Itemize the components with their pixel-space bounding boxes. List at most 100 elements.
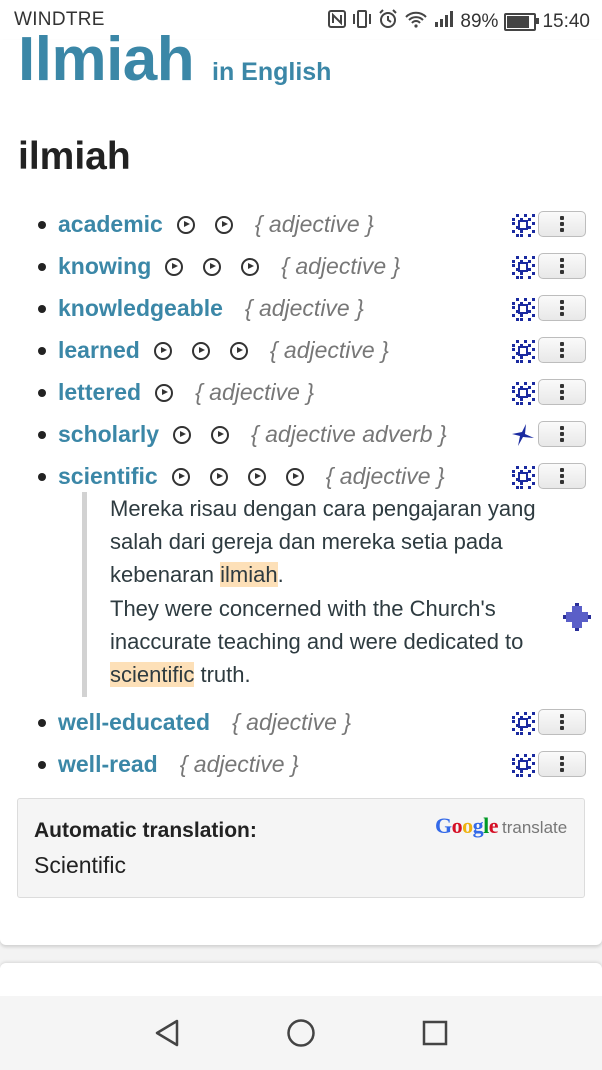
translation-word-link[interactable]: knowledgeable xyxy=(58,295,223,322)
example-target-text: They were concerned with the Church's in… xyxy=(110,596,524,654)
translation-word-link[interactable]: knowing xyxy=(58,253,151,280)
translation-word-link[interactable]: scientific xyxy=(58,463,158,490)
example-target-highlight: scientific xyxy=(110,662,195,687)
example-target: They were concerned with the Church's in… xyxy=(110,592,565,691)
nfc-icon xyxy=(328,10,347,33)
vertical-dots-icon xyxy=(560,756,564,772)
dots-icon[interactable] xyxy=(510,338,536,364)
dots-icon[interactable] xyxy=(510,296,536,322)
vertical-dots-icon xyxy=(560,342,564,358)
play-audio-icon[interactable] xyxy=(191,341,210,360)
vertical-dots-icon xyxy=(560,714,564,730)
translation-entry: scholarly { adjective adverb } xyxy=(58,421,447,448)
example-source-end: . xyxy=(277,562,284,587)
more-options-button[interactable] xyxy=(538,421,586,447)
vertical-dots-icon xyxy=(560,300,564,316)
translation-row: scholarly { adjective adverb } xyxy=(0,416,602,454)
dictionary-card: Ilmiah in English ilmiah academic { adjec… xyxy=(0,25,602,945)
bullet xyxy=(38,761,46,769)
play-audio-icon[interactable] xyxy=(173,425,191,444)
auto-translation-label: Automatic translation: xyxy=(34,819,257,842)
translation-word-link[interactable]: well-educated xyxy=(58,709,210,736)
translation-row: learned { adjective } xyxy=(0,332,602,370)
star-icon[interactable] xyxy=(510,422,536,448)
bullet xyxy=(38,389,46,397)
bullet xyxy=(38,719,46,727)
battery-icon xyxy=(504,12,540,31)
play-audio-icon[interactable] xyxy=(247,467,266,486)
play-audio-icon[interactable] xyxy=(229,341,248,360)
example-source-text: Mereka risau dengan cara pengajaran yang… xyxy=(110,496,536,587)
page-subtitle: in English xyxy=(212,58,332,86)
bullet xyxy=(38,221,46,229)
bullet xyxy=(38,431,46,439)
translation-entry: lettered { adjective } xyxy=(58,379,314,406)
translation-row: knowing { adjective } xyxy=(0,248,602,286)
translation-entry: learned { adjective } xyxy=(58,337,389,364)
dots-icon[interactable] xyxy=(510,710,536,736)
more-options-button[interactable] xyxy=(538,211,586,237)
move-arrows-icon[interactable] xyxy=(562,602,592,632)
navigation-bar xyxy=(0,996,602,1070)
example-sentence: Mereka risau dengan cara pengajaran yang… xyxy=(82,492,591,697)
play-audio-icon[interactable] xyxy=(171,467,190,486)
dots-icon[interactable] xyxy=(510,464,536,490)
battery-percent: 89% xyxy=(460,10,499,32)
dots-icon[interactable] xyxy=(510,212,536,238)
translation-row: well-educated { adjective } xyxy=(0,704,602,742)
more-options-button[interactable] xyxy=(538,337,586,363)
vertical-dots-icon xyxy=(560,426,564,442)
translation-word-link[interactable]: learned xyxy=(58,337,140,364)
example-target-end: truth. xyxy=(194,662,251,687)
play-audio-icon[interactable] xyxy=(211,425,229,444)
more-options-button[interactable] xyxy=(538,379,586,405)
translation-word-link[interactable]: academic xyxy=(58,211,163,238)
auto-translation-value: Scientific xyxy=(34,852,127,878)
status-icons: 89% 15:40 xyxy=(328,9,590,34)
part-of-speech: { adjective } xyxy=(179,751,299,777)
vertical-dots-icon xyxy=(560,468,564,484)
play-audio-icon[interactable] xyxy=(209,467,228,486)
play-audio-icon[interactable] xyxy=(153,341,172,360)
play-audio-icon[interactable] xyxy=(214,215,233,234)
vertical-dots-icon xyxy=(560,258,564,274)
part-of-speech: { adjective } xyxy=(254,211,374,237)
dots-icon[interactable] xyxy=(510,380,536,406)
play-audio-icon[interactable] xyxy=(241,257,260,276)
vertical-dots-icon xyxy=(560,216,564,232)
more-options-button[interactable] xyxy=(538,253,586,279)
google-translate-logo: Google translate xyxy=(435,813,567,839)
translation-word-link[interactable]: well-read xyxy=(58,751,158,778)
more-options-button[interactable] xyxy=(538,463,586,489)
play-audio-icon[interactable] xyxy=(203,257,222,276)
dots-icon[interactable] xyxy=(510,254,536,280)
part-of-speech: { adjective } xyxy=(269,337,389,363)
more-options-button[interactable] xyxy=(538,295,586,321)
signal-icon xyxy=(434,10,454,33)
dots-icon[interactable] xyxy=(510,752,536,778)
google-logo-text: Google xyxy=(435,813,499,838)
play-audio-icon[interactable] xyxy=(285,467,304,486)
more-options-button[interactable] xyxy=(538,709,586,735)
translation-row: lettered { adjective } xyxy=(0,374,602,412)
translation-entry: well-educated { adjective } xyxy=(58,709,351,736)
translation-entry: well-read { adjective } xyxy=(58,751,299,778)
play-audio-icon[interactable] xyxy=(155,383,174,402)
vibrate-icon xyxy=(352,10,372,33)
back-icon[interactable] xyxy=(153,1018,181,1048)
play-audio-icon[interactable] xyxy=(176,215,195,234)
wifi-icon xyxy=(404,10,428,33)
translation-word-link[interactable]: lettered xyxy=(58,379,141,406)
google-logo-suffix: translate xyxy=(502,818,568,837)
translation-entry: knowing { adjective } xyxy=(58,253,400,280)
translation-word-link[interactable]: scholarly xyxy=(58,421,159,448)
translation-entry: scientific { adjective } xyxy=(58,463,445,490)
example-source: Mereka risau dengan cara pengajaran yang… xyxy=(110,492,565,591)
alarm-icon xyxy=(378,9,398,34)
recents-icon[interactable] xyxy=(421,1018,449,1048)
headword: ilmiah xyxy=(18,135,131,178)
play-audio-icon[interactable] xyxy=(165,257,184,276)
example-source-highlight: ilmiah xyxy=(220,562,278,587)
more-options-button[interactable] xyxy=(538,751,586,777)
home-icon[interactable] xyxy=(286,1018,316,1048)
